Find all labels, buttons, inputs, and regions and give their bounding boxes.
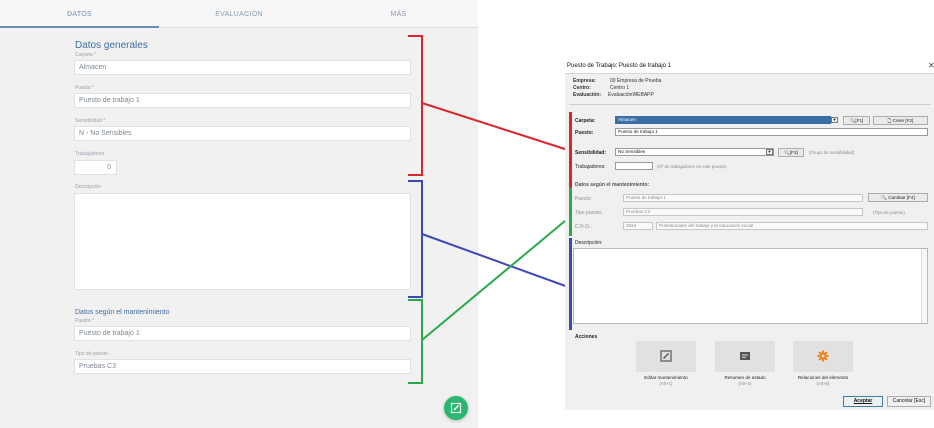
general-section-title: Datos generales [75,40,148,51]
sensibilidad-search-button[interactable]: 🔍[F3] [778,148,804,157]
tipo-puesto-label: Tipo de puesto [75,351,108,357]
tipo-puesto-hint: (Tipo de puesto) [873,210,905,215]
puesto-dialog: Puesto de Trabajo: Puesto de trabajo 1 ✕… [565,60,934,410]
descripcion-textarea[interactable] [573,248,928,324]
tab-evaluacion[interactable]: EVALUACIÓN [159,0,319,28]
tab-mas[interactable]: MÁS [319,0,478,28]
chevron-down-icon[interactable]: ▼ [831,117,838,123]
trabajadores-input[interactable] [615,162,653,170]
sensibilidad-label: Sensibilidad * [75,118,106,124]
mant-puesto-label: Puesto * [75,318,94,324]
chevron-down-icon[interactable]: ▼ [766,149,773,155]
edit-fab-button[interactable] [444,396,468,420]
green-marker [569,188,572,236]
close-icon[interactable]: ✕ [928,62,934,70]
crear-label: Crear [F2] [892,118,914,123]
resumen-estado-shortcut: (Alt+4) [738,381,752,386]
relaciones-elemento-shortcut: (Alt+5) [816,381,830,386]
carpeta-field[interactable]: Almacen [74,60,411,75]
empresa-label: Empresa: [573,78,596,84]
cambiar-label: Cambiar [F4] [888,195,915,200]
crear-button[interactable]: 🗋 Crear [F2] [873,116,928,125]
cno-label: C.N.O.: [575,224,592,230]
carpeta-select[interactable]: Almacen [615,116,831,124]
trabajadores-field[interactable]: 0 [74,160,117,175]
scrollbar[interactable] [921,249,927,323]
mantenimiento-title: Datos según el mantenimiento: [575,182,650,188]
summary-icon [740,352,750,360]
puesto-input[interactable]: Puesto de trabajo 1 [615,128,928,136]
centro-label: Centro: [573,85,591,91]
blue-marker [569,238,572,330]
sensibilidad-label: Sensibilidad: [575,150,607,156]
aceptar-button[interactable]: Aceptar [843,396,883,407]
mant-puesto-field[interactable]: Puesto de trabajo 1 [74,326,411,341]
mant-puesto-input: Puesto de trabajo 1 [623,194,863,202]
edit-icon [660,350,672,362]
editar-mantenimiento-label: Editar mantenimiento [644,375,688,380]
cancelar-button[interactable]: Cancelar [Esc] [887,396,931,407]
separator [569,104,931,105]
puesto-label: Puesto * [75,85,94,91]
carpeta-label: Carpeta * [75,52,97,58]
dialog-body: Empresa: 00 Empresa de Prueba Centro: Ce… [565,73,934,410]
trabajadores-hint: (Nº de trabajadores en este puesto) [657,164,727,169]
sensibilidad-field[interactable]: N - No Sensibles [74,126,411,141]
edit-icon [450,402,462,414]
relaciones-elemento-button[interactable] [793,341,853,372]
tab-datos[interactable]: DATOS [0,0,159,28]
dialog-title: Puesto de Trabajo: Puesto de trabajo 1 [567,63,672,69]
editar-mantenimiento-shortcut: (Alt+1) [659,381,673,386]
mant-puesto-label: Puesto: [575,196,592,202]
tab-bar: DATOS EVALUACIÓN MÁS [0,0,478,28]
evaluacion-value: EvaluaciónWEBAPP [608,92,654,98]
cno-code: 2824 [623,222,653,230]
mobile-form: DATOS EVALUACIÓN MÁS Datos generales Car… [0,0,478,428]
carpeta-label: Carpeta: [575,118,596,124]
puesto-label: Puesto: [575,130,594,136]
descripcion-field[interactable] [74,193,411,290]
sensibilidad-select[interactable]: No Sensibles [615,148,774,156]
acciones-title: Acciones [575,334,598,340]
carpeta-search-button[interactable]: 🔍[F1] [843,116,870,125]
gear-icon [817,350,829,362]
trabajadores-label: Trabajadores: [575,164,606,170]
centro-value: Centro 1 [610,85,630,91]
tipo-puesto-field[interactable]: Pruebas C3 [74,359,411,374]
descripcion-label: Descripción [75,184,102,190]
screenshot-root: DATOS EVALUACIÓN MÁS Datos generales Car… [0,0,934,428]
cambiar-button[interactable]: 🔍 Cambiar [F4] [868,193,928,202]
editar-mantenimiento-button[interactable] [636,341,696,372]
descripcion-label: Descripción: [575,240,603,246]
f1-label: [F1] [855,118,864,123]
sensibilidad-hint: (Grupo de sensibilidad) [809,150,855,155]
mantenimiento-section-title: Datos según el mantenimiento [75,309,170,316]
puesto-field[interactable]: Puesto de trabajo 1 [74,93,411,108]
evaluacion-label: Evaluación: [573,92,602,98]
tipo-puesto-label: Tipo puesto: [575,210,603,216]
resumen-estado-button[interactable] [715,341,775,372]
f3-label: [F3] [789,150,798,155]
red-marker [569,112,572,188]
tipo-puesto-input: Pruebas C3 [623,208,863,216]
cno-description: Profesionales del trabajo y la educación… [656,222,928,230]
relaciones-elemento-label: Relaciones del elemento [797,375,849,380]
resumen-estado-label: Resumen de estado [724,375,766,380]
empresa-value: 00 Empresa de Prueba [610,78,662,84]
trabajadores-label: Trabajadores [75,151,105,157]
